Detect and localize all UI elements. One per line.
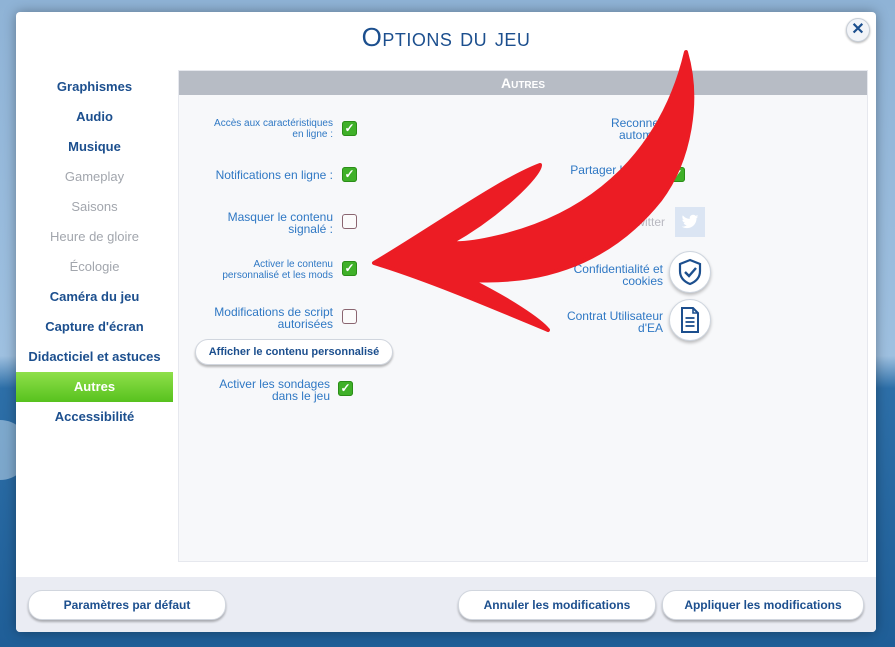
nav-item-musique[interactable]: Musique	[16, 132, 173, 162]
options-panel: Autres Accès aux caractéristiques en lig…	[178, 70, 868, 562]
option-label-auto-reconnect: Reconnex automati	[610, 116, 665, 142]
checkmark-icon: ✓	[672, 167, 683, 181]
nav-item-heure-de-gloire: Heure de gloire	[50, 229, 139, 244]
twitter-icon	[681, 214, 699, 229]
twitter-connect-label: nnecter à Twitter	[576, 215, 666, 229]
show-custom-content-button[interactable]: Afficher le contenu personnalisé	[195, 339, 393, 365]
option-label-online-features: Accès aux caractéristiques en ligne :	[214, 118, 333, 140]
dialog-footer: Paramètres par défaut Annuler les modifi…	[16, 577, 876, 632]
hide-reported-checkbox[interactable]	[342, 214, 357, 229]
checkmark-icon: ✓	[344, 167, 355, 181]
apply-changes-button[interactable]: Appliquer les modifications	[662, 590, 864, 620]
nav-item-capture[interactable]: Capture d'écran	[16, 312, 173, 342]
checkmark-icon: ✓	[344, 121, 355, 135]
share-data-checkbox[interactable]: ✓	[670, 167, 685, 182]
option-label-online-notifications: Notifications en ligne :	[215, 168, 333, 182]
option-label-hide-reported: Masquer le contenu signalé :	[227, 210, 333, 236]
privacy-cookies-label: Confidentialité et cookies	[573, 262, 663, 288]
close-icon[interactable]: ✕	[846, 18, 870, 42]
shield-check-icon	[678, 258, 702, 286]
option-label-surveys: Activer les sondages dans le jeu	[219, 377, 330, 403]
document-icon	[681, 307, 699, 333]
surveys-checkbox[interactable]: ✓	[338, 381, 353, 396]
dialog-title: Options du jeu	[361, 22, 531, 52]
checkmark-icon: ✓	[340, 381, 351, 395]
option-label-script-mods: Modifications de script autorisées	[214, 305, 333, 331]
option-label-share-data: Partager le nnées sation :	[570, 163, 665, 189]
privacy-cookies-button[interactable]	[669, 251, 711, 293]
options-nav: Graphismes Audio Musique Gameplay Saison…	[16, 72, 173, 432]
custom-content-checkbox[interactable]: ✓	[342, 261, 357, 276]
nav-item-ecologie: Écologie	[69, 259, 120, 274]
panel-header: Autres	[179, 71, 867, 95]
auto-reconnect-checkbox[interactable]: ✓	[670, 120, 685, 135]
script-mods-checkbox[interactable]	[342, 309, 357, 324]
nav-item-autres[interactable]: Autres	[16, 372, 173, 402]
game-options-dialog: Options du jeu ✕ Graphismes Audio Musiqu…	[16, 12, 876, 632]
cancel-changes-button[interactable]: Annuler les modifications	[458, 590, 656, 620]
option-label-custom-content: Activer le contenu personnalisé et les m…	[222, 259, 333, 281]
defaults-button[interactable]: Paramètres par défaut	[28, 590, 226, 620]
checkmark-icon: ✓	[672, 120, 683, 134]
twitter-connect-button[interactable]	[675, 207, 705, 237]
online-features-checkbox[interactable]: ✓	[342, 121, 357, 136]
eula-button[interactable]	[669, 299, 711, 341]
nav-item-accessibilite[interactable]: Accessibilité	[16, 402, 173, 432]
nav-item-gameplay: Gameplay	[64, 169, 125, 184]
checkmark-icon: ✓	[344, 261, 355, 275]
nav-item-camera[interactable]: Caméra du jeu	[16, 282, 173, 312]
online-notifications-checkbox[interactable]: ✓	[342, 167, 357, 182]
nav-item-didacticiel[interactable]: Didacticiel et astuces	[16, 342, 173, 372]
nav-item-saisons: Saisons	[71, 199, 118, 214]
nav-item-graphismes[interactable]: Graphismes	[16, 72, 173, 102]
eula-label: Contrat Utilisateur d'EA	[566, 309, 663, 335]
nav-item-audio[interactable]: Audio	[16, 102, 173, 132]
